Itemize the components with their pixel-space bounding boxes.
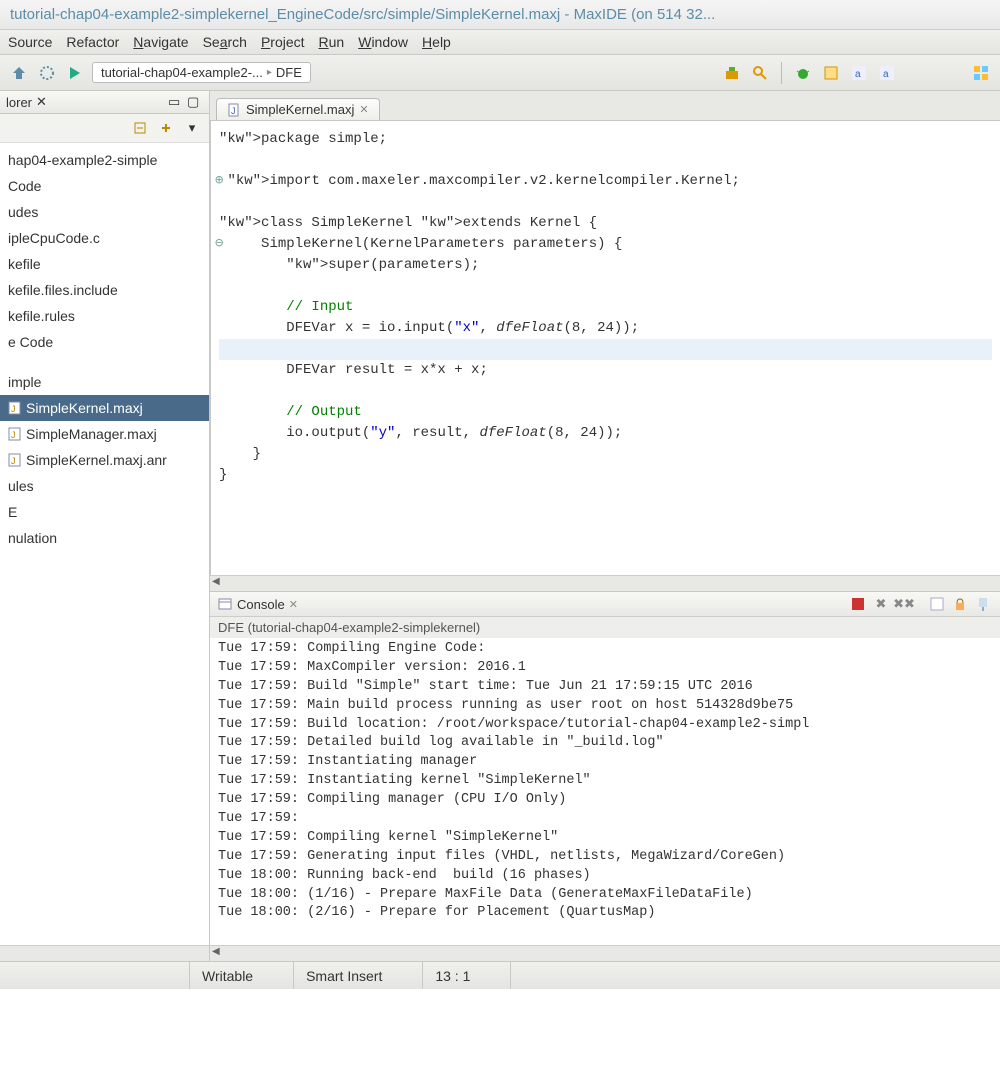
search-icon[interactable] <box>749 62 771 84</box>
explorer-tab[interactable]: lorer ✕ ▭ ▢ <box>0 91 209 114</box>
status-insert-mode: Smart Insert <box>294 962 423 989</box>
menu-window[interactable]: Window <box>358 34 408 50</box>
tree-item[interactable]: kefile.rules <box>0 303 209 329</box>
tree-item[interactable]: ipleCpuCode.c <box>0 225 209 251</box>
launch-icon[interactable] <box>8 62 30 84</box>
status-cursor-pos: 13 : 1 <box>423 962 511 989</box>
tree-item[interactable]: kefile.files.include <box>0 277 209 303</box>
sidebar-scrollbar[interactable] <box>0 945 209 961</box>
perspective-icon[interactable] <box>970 62 992 84</box>
file-tree[interactable]: hap04-example2-simpleCodeudesipleCpuCode… <box>0 143 209 945</box>
pin-console-icon[interactable] <box>974 595 992 613</box>
menu-navigate[interactable]: Navigate <box>133 34 188 50</box>
close-icon[interactable]: ✕ <box>359 103 368 116</box>
explorer-toolbar: ▾ <box>0 114 209 143</box>
menu-source[interactable]: Source <box>8 34 52 50</box>
maximize-icon[interactable]: ▢ <box>187 94 203 110</box>
editor-tab-label: SimpleKernel.maxj <box>246 102 354 117</box>
window-title: tutorial-chap04-example2-simplekernel_En… <box>0 0 1000 30</box>
file-icon: J <box>227 103 241 117</box>
svg-text:a: a <box>883 69 889 80</box>
tree-item[interactable]: Code <box>0 173 209 199</box>
tree-item[interactable]: udes <box>0 199 209 225</box>
project-explorer: lorer ✕ ▭ ▢ ▾ hap04-example2-simpleCodeu… <box>0 91 210 961</box>
tree-item[interactable]: JSimpleKernel.maxj.anr <box>0 447 209 473</box>
breadcrumb-path2: DFE <box>276 65 302 80</box>
svg-text:J: J <box>231 106 236 116</box>
minimize-icon[interactable]: ▭ <box>168 94 184 110</box>
open-task-icon[interactable] <box>721 62 743 84</box>
status-bar: Writable Smart Insert 13 : 1 <box>0 961 1000 989</box>
breadcrumb-path1: tutorial-chap04-example2-... <box>101 65 263 80</box>
menu-run[interactable]: Run <box>319 34 345 50</box>
status-writable: Writable <box>190 962 294 989</box>
view-menu-icon[interactable]: ▾ <box>181 117 203 139</box>
svg-text:a: a <box>855 69 861 80</box>
explorer-tab-label: lorer <box>6 95 32 110</box>
console-panel: Console ✕ ✖ ✖✖ DFE (tutorial-chap04-exam… <box>210 591 1000 961</box>
tree-item[interactable]: E <box>0 499 209 525</box>
menu-bar: Source Refactor Navigate Search Project Run Wi… <box>0 30 1000 55</box>
console-h-scrollbar[interactable] <box>210 945 1000 961</box>
build-icon[interactable] <box>36 62 58 84</box>
console-subtitle: DFE (tutorial-chap04-example2-simplekern… <box>210 617 1000 638</box>
tree-item[interactable]: ules <box>0 473 209 499</box>
tree-item[interactable]: e Code <box>0 329 209 355</box>
tree-item[interactable] <box>0 355 209 369</box>
annotate-icon[interactable] <box>820 62 842 84</box>
menu-search[interactable]: Search <box>203 34 247 50</box>
breadcrumb[interactable]: tutorial-chap04-example2-... ▸ DFE <box>92 62 311 83</box>
console-tab-label: Console <box>237 597 285 612</box>
bug-icon[interactable] <box>792 62 814 84</box>
svg-text:J: J <box>11 404 16 414</box>
link-editor-icon[interactable] <box>155 117 177 139</box>
editor-h-scrollbar[interactable] <box>210 575 1000 591</box>
editor-tab[interactable]: J SimpleKernel.maxj ✕ <box>216 98 380 120</box>
clear-console-icon[interactable] <box>928 595 946 613</box>
menu-refactor[interactable]: Refactor <box>66 34 119 50</box>
console-output[interactable]: Tue 17:59: Compiling Engine Code: Tue 17… <box>210 638 1000 945</box>
run-icon[interactable] <box>64 62 86 84</box>
scroll-lock-icon[interactable] <box>951 595 969 613</box>
chevron-icon: ▸ <box>267 67 272 78</box>
remove-launch-icon[interactable]: ✖ <box>872 595 890 613</box>
tree-item[interactable]: imple <box>0 369 209 395</box>
console-icon <box>218 597 232 611</box>
svg-text:J: J <box>11 430 16 440</box>
tree-item-selected[interactable]: JSimpleKernel.maxj <box>0 395 209 421</box>
tree-item[interactable]: kefile <box>0 251 209 277</box>
terminate-icon[interactable] <box>849 595 867 613</box>
tree-item[interactable]: hap04-example2-simple <box>0 147 209 173</box>
code-editor[interactable]: "kw">package simple; ⊕"kw">import com.ma… <box>210 121 1000 575</box>
editor-tabs: J SimpleKernel.maxj ✕ <box>210 91 1000 121</box>
menu-help[interactable]: Help <box>422 34 451 50</box>
b-icon[interactable]: a <box>876 62 898 84</box>
menu-project[interactable]: Project <box>261 34 305 50</box>
remove-all-icon[interactable]: ✖✖ <box>895 595 913 613</box>
console-tab[interactable]: Console ✕ ✖ ✖✖ <box>210 592 1000 617</box>
tree-item[interactable]: nulation <box>0 525 209 551</box>
svg-text:J: J <box>11 456 16 466</box>
main-area: lorer ✕ ▭ ▢ ▾ hap04-example2-simpleCodeu… <box>0 91 1000 961</box>
a-icon[interactable]: a <box>848 62 870 84</box>
tree-item[interactable]: JSimpleManager.maxj <box>0 421 209 447</box>
toolbar: tutorial-chap04-example2-... ▸ DFE a a <box>0 55 1000 91</box>
editor-area: J SimpleKernel.maxj ✕ "kw">package simpl… <box>210 91 1000 961</box>
collapse-all-icon[interactable] <box>129 117 151 139</box>
